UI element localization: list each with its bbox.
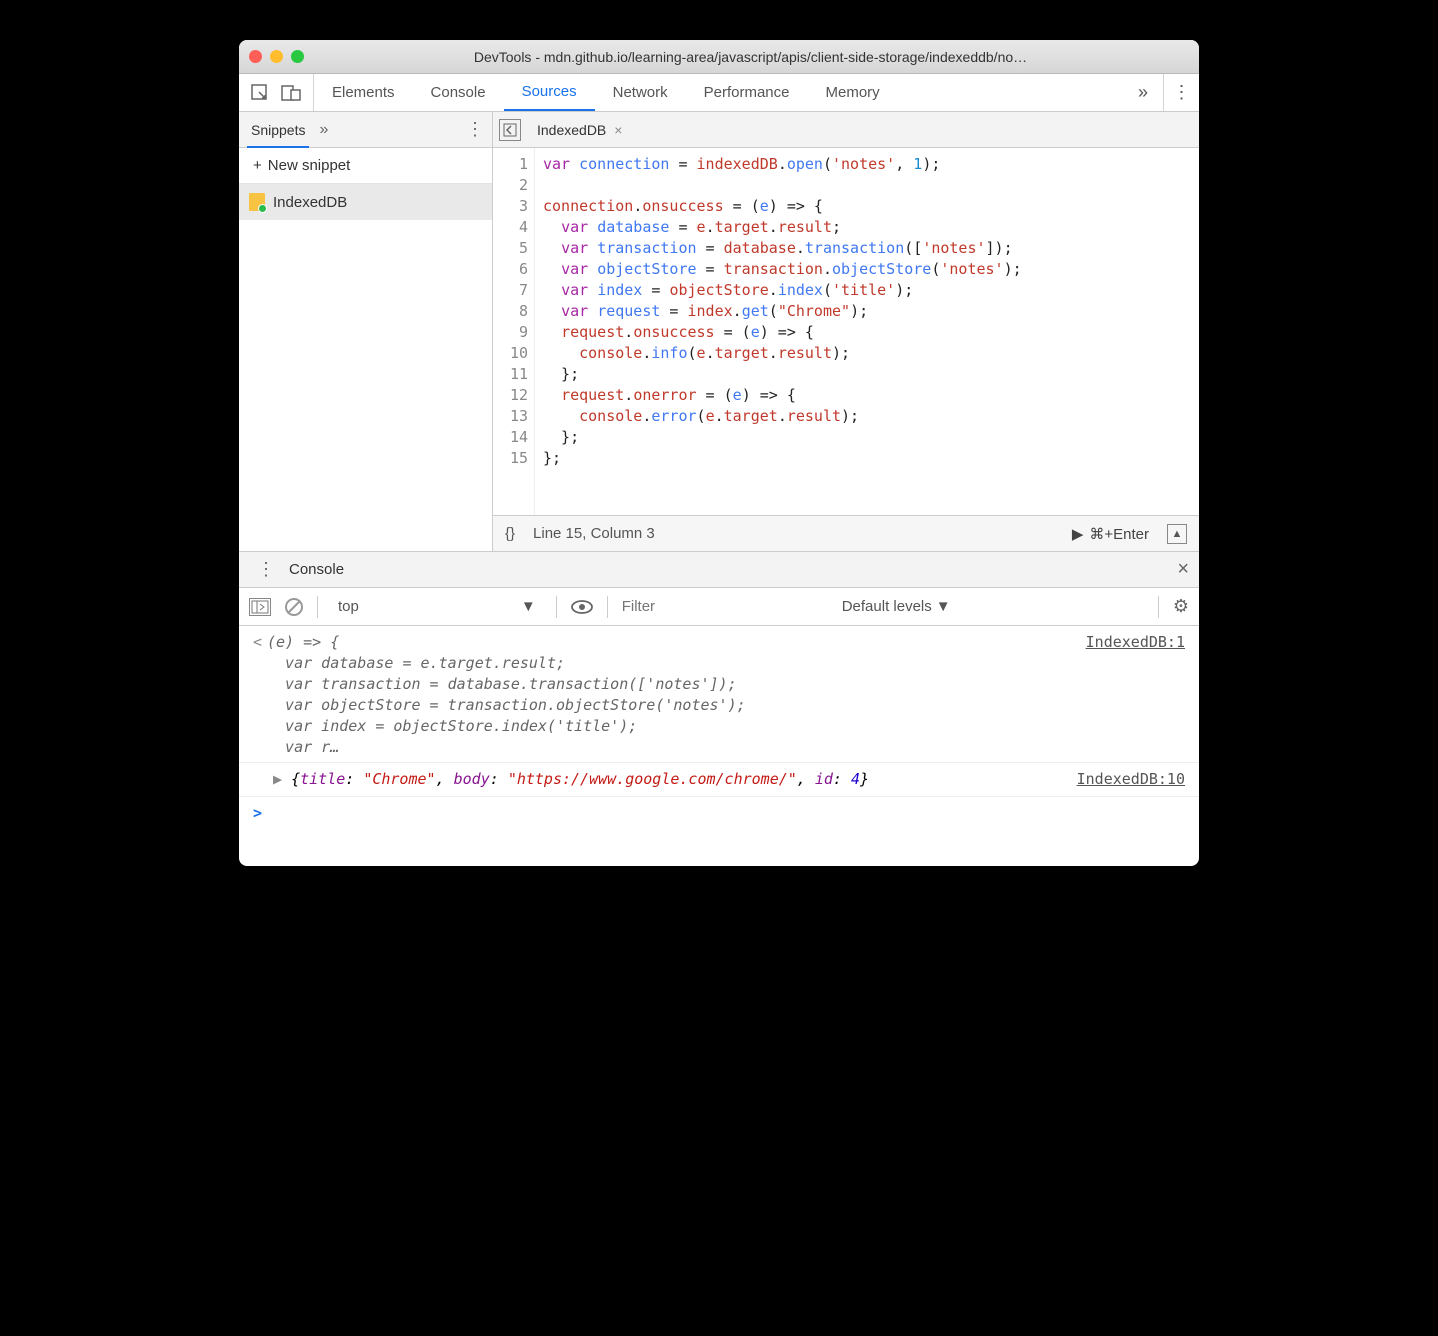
- devtools-window: DevTools - mdn.github.io/learning-area/j…: [239, 40, 1199, 866]
- expand-icon[interactable]: ▶: [273, 769, 291, 790]
- close-button[interactable]: [249, 50, 262, 63]
- context-label: top: [338, 598, 359, 615]
- dropdown-icon: ▼: [521, 598, 536, 615]
- console-toolbar: top ▼ Default levels ▼ ⚙: [239, 588, 1199, 626]
- titlebar: DevTools - mdn.github.io/learning-area/j…: [239, 40, 1199, 74]
- tab-performance[interactable]: Performance: [686, 74, 808, 111]
- code-editor[interactable]: 123456789101112131415 var connection = i…: [493, 148, 1199, 515]
- snippet-list: IndexedDB: [239, 184, 492, 551]
- tab-elements[interactable]: Elements: [314, 74, 413, 111]
- context-selector[interactable]: top ▼: [332, 598, 542, 615]
- snippet-name: IndexedDB: [273, 194, 347, 211]
- tab-snippets[interactable]: Snippets: [247, 122, 309, 148]
- traffic-lights: [249, 50, 304, 63]
- tabs-container: ElementsConsoleSourcesNetworkPerformance…: [314, 74, 898, 111]
- gear-icon[interactable]: ⚙: [1173, 596, 1189, 617]
- console-return-row[interactable]: < (e) => { var database = e.target.resul…: [239, 630, 1199, 763]
- tab-memory[interactable]: Memory: [808, 74, 898, 111]
- play-icon: ▶: [1072, 525, 1084, 543]
- navigator-tabs: Snippets » ⋮: [239, 112, 492, 148]
- navigator-more[interactable]: »: [319, 121, 328, 139]
- editor-tabbar: IndexedDB ×: [493, 112, 1199, 148]
- editor-tab[interactable]: IndexedDB ×: [527, 118, 632, 142]
- new-snippet-button[interactable]: + New snippet: [239, 148, 492, 184]
- plus-icon: +: [253, 157, 262, 174]
- snippet-icon: [249, 193, 265, 211]
- new-snippet-label: New snippet: [268, 157, 351, 174]
- close-tab-icon[interactable]: ×: [614, 122, 622, 138]
- clear-console-icon[interactable]: [285, 598, 303, 616]
- source-link[interactable]: IndexedDB:1: [1086, 632, 1185, 653]
- window-title: DevTools - mdn.github.io/learning-area/j…: [312, 49, 1189, 65]
- source-link[interactable]: IndexedDB:10: [1077, 769, 1185, 790]
- device-icon[interactable]: [281, 85, 301, 101]
- log-levels[interactable]: Default levels ▼: [836, 598, 957, 615]
- tab-network[interactable]: Network: [595, 74, 686, 111]
- dropdown-icon: ▼: [936, 598, 951, 615]
- levels-label: Default levels: [842, 598, 932, 615]
- object-preview: {title: "Chrome", body: "https://www.goo…: [291, 769, 1077, 790]
- editor-tab-label: IndexedDB: [537, 122, 606, 138]
- drawer-header: ⋮ Console ×: [239, 552, 1199, 588]
- drawer-tab-console[interactable]: Console: [283, 561, 350, 578]
- kebab-menu[interactable]: ⋮: [1163, 74, 1199, 111]
- filter-input[interactable]: [622, 598, 822, 615]
- panel-tabs: ElementsConsoleSourcesNetworkPerformance…: [239, 74, 1199, 112]
- console-body: < (e) => { var database = e.target.resul…: [239, 626, 1199, 866]
- line-gutter: 123456789101112131415: [493, 148, 535, 515]
- tab-console[interactable]: Console: [413, 74, 504, 111]
- editor-statusbar: {} Line 15, Column 3 ▶ ⌘+Enter ▲: [493, 515, 1199, 551]
- run-snippet-button[interactable]: ▶ ⌘+Enter: [1072, 525, 1149, 543]
- return-chevron-icon: <: [253, 632, 267, 653]
- drawer-menu[interactable]: ⋮: [249, 559, 283, 580]
- toggle-sidebar-icon[interactable]: [249, 598, 271, 616]
- console-prompt[interactable]: >: [239, 797, 1199, 830]
- tab-sources[interactable]: Sources: [504, 74, 595, 111]
- navigator-sidebar: Snippets » ⋮ + New snippet IndexedDB: [239, 112, 493, 551]
- snippet-item[interactable]: IndexedDB: [239, 184, 492, 220]
- toggle-debugger-icon[interactable]: ▲: [1167, 524, 1187, 544]
- maximize-button[interactable]: [291, 50, 304, 63]
- drawer-close-icon[interactable]: ×: [1177, 558, 1189, 581]
- code-content[interactable]: var connection = indexedDB.open('notes',…: [535, 148, 1199, 515]
- run-shortcut: ⌘+Enter: [1089, 525, 1149, 543]
- filter-input-wrap: [622, 598, 822, 615]
- show-navigator-icon[interactable]: [499, 119, 521, 141]
- navigator-menu[interactable]: ⋮: [466, 119, 484, 140]
- minimize-button[interactable]: [270, 50, 283, 63]
- more-tabs[interactable]: »: [1123, 74, 1163, 111]
- inspect-icon[interactable]: [251, 84, 269, 102]
- eye-icon[interactable]: [571, 600, 593, 614]
- console-info-row[interactable]: ▶ {title: "Chrome", body: "https://www.g…: [239, 763, 1199, 797]
- prompt-chevron-icon: >: [253, 804, 262, 822]
- sources-workspace: Snippets » ⋮ + New snippet IndexedDB: [239, 112, 1199, 552]
- return-value: (e) => { var database = e.target.result;…: [267, 632, 1086, 758]
- editor-pane: IndexedDB × 123456789101112131415 var co…: [493, 112, 1199, 551]
- pretty-print-icon[interactable]: {}: [505, 525, 515, 542]
- cursor-position: Line 15, Column 3: [533, 525, 655, 542]
